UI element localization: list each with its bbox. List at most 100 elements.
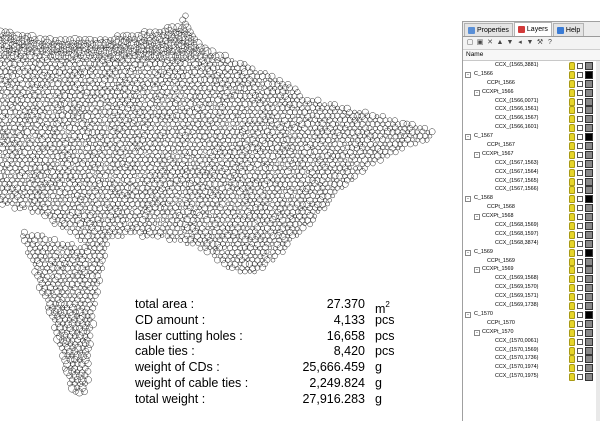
layer-color-swatch[interactable] bbox=[585, 79, 593, 88]
layer-row[interactable]: CCX_(1567,1563) bbox=[463, 159, 600, 168]
layer-color-swatch[interactable] bbox=[585, 186, 593, 195]
lock-icon[interactable] bbox=[577, 116, 583, 123]
lock-icon[interactable] bbox=[577, 311, 583, 318]
lock-icon[interactable] bbox=[577, 214, 583, 221]
layer-row[interactable]: CCX_(1566,0071) bbox=[463, 97, 600, 106]
layer-color-swatch[interactable] bbox=[585, 142, 593, 151]
new-layer-icon[interactable]: ▢ bbox=[466, 39, 474, 47]
lock-icon[interactable] bbox=[577, 107, 583, 114]
lightbulb-icon[interactable] bbox=[569, 70, 575, 79]
lightbulb-icon[interactable] bbox=[569, 79, 575, 88]
lightbulb-icon[interactable] bbox=[569, 239, 575, 248]
lightbulb-icon[interactable] bbox=[569, 115, 575, 124]
layer-color-swatch[interactable] bbox=[585, 124, 593, 133]
layer-color-swatch[interactable] bbox=[585, 204, 593, 213]
lock-icon[interactable] bbox=[577, 303, 583, 310]
layer-row[interactable]: CCX_(1569,1568) bbox=[463, 274, 600, 284]
lightbulb-icon[interactable] bbox=[569, 150, 575, 159]
filter-icon[interactable]: ▼ bbox=[526, 39, 534, 47]
layer-row[interactable]: − CCXPt_1570 bbox=[463, 328, 600, 337]
layer-color-swatch[interactable] bbox=[585, 319, 593, 328]
lock-icon[interactable] bbox=[577, 320, 583, 327]
layer-row[interactable]: − CCXPt_1569 bbox=[463, 265, 600, 275]
layer-row[interactable]: − C_1566 bbox=[463, 70, 600, 79]
layer-color-swatch[interactable] bbox=[585, 337, 593, 346]
layer-color-swatch[interactable] bbox=[585, 266, 593, 275]
move-down-icon[interactable]: ▼ bbox=[506, 39, 514, 47]
lightbulb-icon[interactable] bbox=[569, 177, 575, 186]
lock-icon[interactable] bbox=[577, 267, 583, 274]
lock-icon[interactable] bbox=[577, 169, 583, 176]
lightbulb-icon[interactable] bbox=[569, 373, 575, 382]
layer-row[interactable]: CCPt_1567 bbox=[463, 141, 600, 151]
lock-icon[interactable] bbox=[577, 178, 583, 185]
lock-icon[interactable] bbox=[577, 98, 583, 105]
lock-icon[interactable] bbox=[577, 89, 583, 96]
lock-icon[interactable] bbox=[577, 231, 583, 238]
layer-color-swatch[interactable] bbox=[585, 213, 593, 222]
layer-color-swatch[interactable] bbox=[585, 364, 593, 373]
help-icon[interactable]: ? bbox=[546, 39, 554, 47]
lightbulb-icon[interactable] bbox=[569, 186, 575, 195]
layer-row[interactable]: CCPt_1570 bbox=[463, 319, 600, 328]
collapse-icon[interactable]: − bbox=[465, 134, 471, 141]
layer-row[interactable]: CCX_(1568,1597) bbox=[463, 230, 600, 239]
layer-color-swatch[interactable] bbox=[585, 97, 593, 106]
lightbulb-icon[interactable] bbox=[569, 222, 575, 231]
layer-color-swatch[interactable] bbox=[585, 293, 593, 302]
new-sublayer-icon[interactable]: ▣ bbox=[476, 39, 484, 47]
lock-icon[interactable] bbox=[577, 347, 583, 354]
lightbulb-icon[interactable] bbox=[569, 284, 575, 293]
tools-icon[interactable]: ⚒ bbox=[536, 39, 544, 47]
layer-row[interactable]: − CCXPt_1566 bbox=[463, 88, 600, 97]
lightbulb-icon[interactable] bbox=[569, 275, 575, 284]
lock-icon[interactable] bbox=[577, 71, 583, 78]
lock-icon[interactable] bbox=[577, 285, 583, 292]
3d-viewport[interactable]: total area :27.370 m2 CD amount :4,133 pcs l… bbox=[0, 0, 455, 420]
layer-color-swatch[interactable] bbox=[585, 230, 593, 239]
layer-color-swatch[interactable] bbox=[585, 159, 593, 168]
lock-icon[interactable] bbox=[577, 338, 583, 345]
collapse-icon[interactable]: − bbox=[474, 267, 480, 274]
layer-color-swatch[interactable] bbox=[585, 115, 593, 124]
layer-color-swatch[interactable] bbox=[585, 195, 593, 204]
layer-color-swatch[interactable] bbox=[585, 302, 593, 311]
lightbulb-icon[interactable] bbox=[569, 328, 575, 337]
layer-color-swatch[interactable] bbox=[585, 239, 593, 248]
lightbulb-icon[interactable] bbox=[569, 293, 575, 302]
lock-icon[interactable] bbox=[577, 223, 583, 230]
layer-row[interactable]: CCX_(1566,1567) bbox=[463, 114, 600, 124]
lightbulb-icon[interactable] bbox=[569, 302, 575, 311]
layer-row[interactable]: − C_1567 bbox=[463, 132, 600, 142]
layer-color-swatch[interactable] bbox=[585, 284, 593, 293]
lightbulb-icon[interactable] bbox=[569, 346, 575, 355]
layer-color-swatch[interactable] bbox=[585, 275, 593, 284]
lightbulb-icon[interactable] bbox=[569, 168, 575, 177]
lock-icon[interactable] bbox=[577, 294, 583, 301]
layer-row[interactable]: CCX_(1570,1974) bbox=[463, 363, 600, 373]
lightbulb-icon[interactable] bbox=[569, 213, 575, 222]
delete-icon[interactable]: ✕ bbox=[486, 39, 494, 47]
layer-color-swatch[interactable] bbox=[585, 88, 593, 97]
lock-icon[interactable] bbox=[577, 249, 583, 256]
lightbulb-icon[interactable] bbox=[569, 124, 575, 133]
layer-row[interactable]: CCX_(1568,1569) bbox=[463, 221, 600, 231]
lightbulb-icon[interactable] bbox=[569, 355, 575, 364]
move-up-icon[interactable]: ▲ bbox=[496, 39, 504, 47]
layer-row[interactable]: CCX_(1567,1564) bbox=[463, 168, 600, 177]
column-header-name[interactable]: Name bbox=[463, 50, 600, 61]
layer-row[interactable]: − C_1570 bbox=[463, 310, 600, 319]
lightbulb-icon[interactable] bbox=[569, 195, 575, 204]
lock-icon[interactable] bbox=[577, 151, 583, 158]
layer-color-swatch[interactable] bbox=[585, 355, 593, 364]
layer-color-swatch[interactable] bbox=[585, 150, 593, 159]
layer-row[interactable]: CCX_(1570,0061) bbox=[463, 337, 600, 346]
lightbulb-icon[interactable] bbox=[569, 230, 575, 239]
lock-icon[interactable] bbox=[577, 329, 583, 336]
lightbulb-icon[interactable] bbox=[569, 310, 575, 319]
layer-color-swatch[interactable] bbox=[585, 62, 593, 70]
layer-row[interactable]: CCX_(1570,1569) bbox=[463, 346, 600, 355]
layer-color-swatch[interactable] bbox=[585, 133, 593, 142]
layer-row[interactable]: CCX_(1569,1738) bbox=[463, 301, 600, 311]
lock-icon[interactable] bbox=[577, 374, 583, 381]
